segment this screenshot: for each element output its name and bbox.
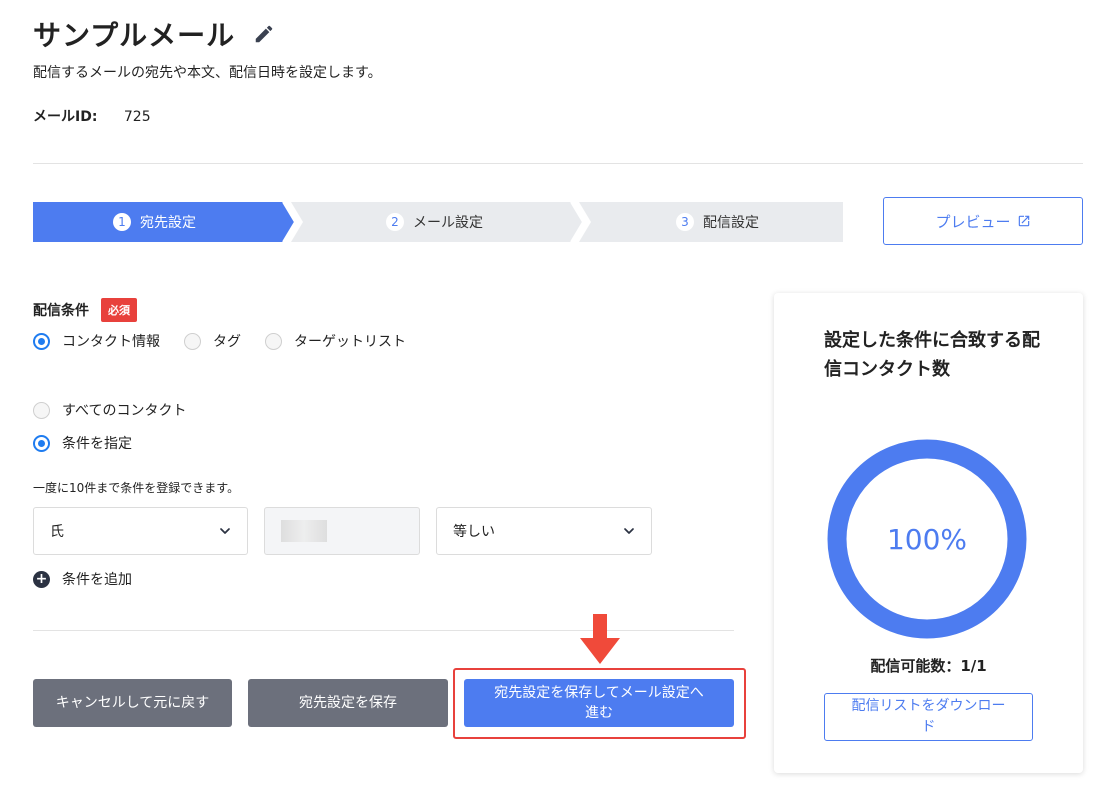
external-link-icon — [1018, 215, 1029, 227]
step-delivery-settings[interactable]: 3 配信設定 — [676, 202, 759, 242]
radio-target-list[interactable]: ターゲットリスト — [265, 331, 406, 351]
required-badge: 必須 — [101, 298, 137, 322]
page-header: サンプルメール — [33, 14, 275, 54]
radio-all-contacts[interactable]: すべてのコンタクト — [33, 400, 186, 420]
step-label: 配信設定 — [703, 215, 759, 231]
radio-label: ターゲットリスト — [294, 334, 406, 350]
mail-id: メールID: 725 — [33, 106, 151, 126]
operator-select-value: 等しい — [453, 524, 495, 540]
field-select-value: 氏 — [50, 524, 64, 540]
radio-button[interactable] — [33, 434, 50, 452]
stepper: 1 宛先設定 2 メール設定 3 配信設定 — [33, 202, 843, 242]
step-label: メール設定 — [413, 215, 483, 231]
step-recipient-settings[interactable]: 1 宛先設定 — [113, 202, 196, 242]
page-subtitle: 配信するメールの宛先や本文、配信日時を設定します。 — [33, 65, 382, 81]
preview-button-label: プレビュー — [935, 212, 1011, 231]
operator-select[interactable]: 等しい — [436, 507, 652, 555]
conditions-label-text: 配信条件 — [33, 303, 89, 319]
radio-button[interactable] — [265, 332, 282, 350]
field-select[interactable]: 氏 — [33, 507, 248, 555]
chevron-down-icon — [624, 528, 634, 534]
redacted-value — [281, 520, 327, 542]
pencil-icon[interactable] — [253, 23, 275, 45]
radio-contact-info[interactable]: コンタクト情報 — [33, 331, 160, 351]
save-and-next-button[interactable]: 宛先設定を保存してメール設定へ進む — [464, 679, 734, 727]
add-condition-label: 条件を追加 — [62, 572, 132, 588]
arrow-down-icon — [580, 614, 620, 664]
radio-specify-conditions[interactable]: 条件を指定 — [33, 433, 132, 453]
step-number: 1 — [113, 213, 131, 231]
radio-label: 条件を指定 — [62, 436, 132, 452]
step-number: 2 — [386, 213, 404, 231]
percent-label: 100% — [886, 522, 968, 556]
radio-tag[interactable]: タグ — [184, 331, 241, 351]
summary-card-title: 設定した条件に合致する配信コンタクト数 — [824, 330, 1040, 380]
radio-label: タグ — [213, 334, 241, 350]
summary-card: 設定した条件に合致する配信コンタクト数 100% 配信可能数：1/1 配信リスト… — [774, 293, 1083, 773]
preview-button[interactable]: プレビュー — [883, 197, 1083, 245]
add-condition-button[interactable]: + 条件を追加 — [33, 569, 132, 589]
radio-button[interactable] — [33, 332, 50, 350]
download-list-button[interactable]: 配信リストをダウンロード — [824, 693, 1033, 741]
save-button[interactable]: 宛先設定を保存 — [248, 679, 448, 727]
conditions-label: 配信条件 必須 — [33, 298, 137, 322]
page-title: サンプルメール — [33, 19, 236, 52]
divider — [33, 630, 734, 631]
radio-button[interactable] — [184, 332, 201, 350]
radio-label: すべてのコンタクト — [62, 403, 187, 419]
chevron-down-icon — [220, 528, 230, 534]
available-count: 配信可能数：1/1 — [870, 657, 987, 675]
condition-value-input[interactable] — [264, 507, 420, 555]
condition-hint: 一度に10件まで条件を登録できます。 — [33, 481, 240, 495]
step-label: 宛先設定 — [140, 215, 196, 231]
cancel-button[interactable]: キャンセルして元に戻す — [33, 679, 232, 727]
condition-type-group: コンタクト情報 タグ ターゲットリスト — [33, 331, 430, 351]
plus-circle-icon: + — [33, 570, 50, 588]
radio-button[interactable] — [33, 401, 50, 419]
mail-id-label: メールID: — [33, 109, 98, 125]
radio-label: コンタクト情報 — [62, 334, 160, 350]
step-mail-settings[interactable]: 2 メール設定 — [386, 202, 483, 242]
step-number: 3 — [676, 213, 694, 231]
divider — [33, 163, 1083, 164]
mail-id-value: 725 — [123, 109, 151, 125]
